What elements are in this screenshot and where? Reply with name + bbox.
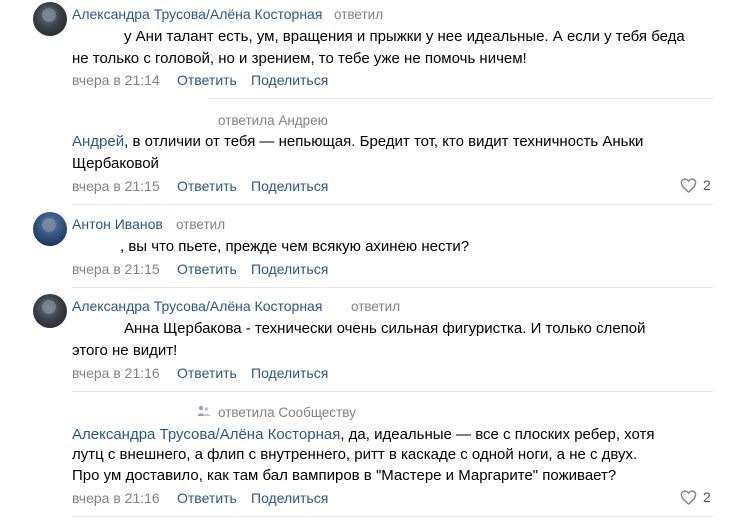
- share-button[interactable]: Поделиться: [251, 72, 328, 88]
- comment-text-line: у Ани талант есть, ум, вращения и прыжки…: [124, 28, 685, 45]
- comment-verb: ответил: [176, 217, 226, 232]
- comment-text-line: Щербаковой: [72, 155, 159, 172]
- comment-text-line: лутц с внешнего, а флип с внутреннего, р…: [72, 446, 638, 463]
- comment-text-line: Анна Щербакова - технически очень сильна…: [124, 320, 646, 337]
- reply-button[interactable]: Ответить: [177, 490, 237, 506]
- comment-author[interactable]: Александра Трусова/Алёна Косторная: [72, 6, 322, 22]
- community-icon: [197, 405, 211, 420]
- comment-text-line: , вы что пьете, прежде чем всякую ахинею…: [120, 238, 470, 255]
- comment-verb: ответил: [351, 299, 401, 314]
- comment-time[interactable]: вчера в 21:16: [72, 365, 160, 381]
- comment-time[interactable]: вчера в 21:15: [72, 178, 160, 194]
- share-button[interactable]: Поделиться: [251, 261, 328, 277]
- comment-time[interactable]: вчера в 21:16: [72, 490, 160, 506]
- reply-button[interactable]: Ответить: [177, 365, 237, 381]
- avatar[interactable]: [33, 2, 67, 36]
- comment-text-line: этого не видит!: [72, 342, 178, 359]
- comment-verb[interactable]: ответила Сообществу: [218, 405, 356, 420]
- divider: [72, 516, 713, 517]
- share-button[interactable]: Поделиться: [251, 178, 328, 194]
- like-button[interactable]: 2: [680, 489, 711, 505]
- like-button[interactable]: 2: [680, 177, 711, 193]
- comment-author[interactable]: Антон Иванов: [72, 216, 163, 232]
- comment-time[interactable]: вчера в 21:14: [72, 72, 160, 88]
- comment-author[interactable]: Александра Трусова/Алёна Косторная: [72, 298, 322, 314]
- divider: [72, 287, 713, 288]
- comment-text-line: Андрей, в отличии от тебя — непьющая. Бр…: [72, 133, 644, 150]
- share-button[interactable]: Поделиться: [251, 490, 328, 506]
- heart-icon: [680, 177, 697, 193]
- divider: [72, 391, 713, 392]
- heart-icon: [680, 489, 697, 505]
- reply-button[interactable]: Ответить: [177, 178, 237, 194]
- avatar[interactable]: [33, 212, 67, 246]
- reply-button[interactable]: Ответить: [177, 72, 237, 88]
- comment-time[interactable]: вчера в 21:15: [72, 261, 160, 277]
- mention-link[interactable]: Александра Трусова/Алёна Косторная: [72, 426, 340, 443]
- comment-text-line: Александра Трусова/Алёна Косторная, да, …: [72, 426, 655, 443]
- share-button[interactable]: Поделиться: [251, 365, 328, 381]
- mention-link[interactable]: Андрей: [72, 133, 124, 150]
- reply-button[interactable]: Ответить: [177, 261, 237, 277]
- like-count: 2: [703, 177, 711, 193]
- avatar[interactable]: [33, 294, 67, 328]
- divider: [72, 204, 713, 205]
- comment-text-line: не только с головой, но и зрением, то те…: [72, 50, 527, 67]
- divider: [208, 98, 713, 99]
- comment-verb[interactable]: ответила Андрею: [218, 113, 328, 128]
- comment-text-line: Про ум доставило, как там бал вампиров в…: [72, 467, 617, 484]
- like-count: 2: [703, 489, 711, 505]
- comment-verb: ответил: [334, 7, 384, 22]
